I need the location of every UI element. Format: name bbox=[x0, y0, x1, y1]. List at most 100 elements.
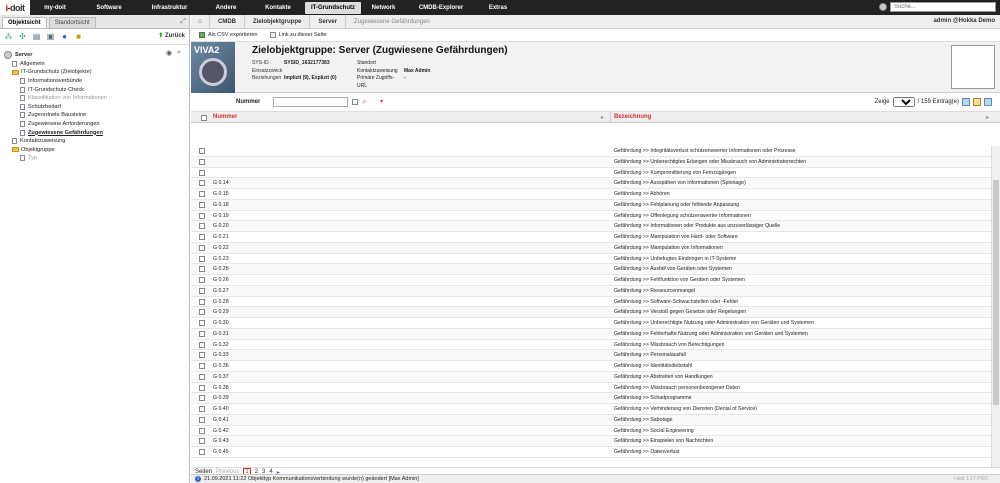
row-checkbox[interactable] bbox=[199, 309, 205, 316]
row-checkbox[interactable] bbox=[199, 148, 205, 154]
table-row[interactable]: G 0.36 Gefährdung >> Identitätsdiebstahl bbox=[191, 361, 991, 372]
table-row[interactable]: G 0.27 Gefährdung >> Ressourcenmangel bbox=[191, 285, 991, 297]
tree-item[interactable]: Zugeordnete Bausteine bbox=[4, 111, 189, 120]
nav-software[interactable]: Software bbox=[80, 2, 138, 14]
row-checkbox[interactable] bbox=[199, 277, 205, 283]
lock-icon[interactable]: ■ bbox=[74, 32, 83, 41]
table-row[interactable]: G 0.30 Gefährdung >> Unberechtigte Nutzun… bbox=[191, 318, 991, 329]
table-row[interactable]: G 0.42 Gefährdung >> Social Engineering bbox=[191, 426, 991, 437]
row-checkbox[interactable] bbox=[199, 373, 205, 380]
qr-code[interactable] bbox=[951, 45, 995, 89]
row-checkbox[interactable] bbox=[199, 191, 205, 197]
filter-dropdown-icon[interactable]: ▾ bbox=[380, 98, 383, 105]
tree-item[interactable]: Server bbox=[4, 51, 189, 60]
table-row[interactable]: Gefährdung >> Unberechtigtes Erlangen od… bbox=[191, 156, 991, 168]
tree-item[interactable]: Kontaktzuweisung bbox=[4, 137, 189, 146]
tab-standortsicht[interactable]: Standortsicht bbox=[48, 17, 96, 28]
row-checkbox[interactable] bbox=[199, 266, 205, 273]
table-row[interactable]: G 0.25 Gefährdung >> Ausfall von Geräten … bbox=[191, 264, 991, 275]
table-row[interactable]: G 0.32 Gefährdung >> Missbrauch von Berec… bbox=[191, 340, 991, 351]
table-row[interactable]: G 0.41 Gefährdung >> Sabotage bbox=[191, 414, 991, 426]
row-checkbox[interactable] bbox=[199, 201, 205, 208]
row-checkbox[interactable] bbox=[199, 384, 205, 391]
nav-network[interactable]: Network bbox=[361, 2, 406, 14]
view-table-icon[interactable] bbox=[973, 98, 981, 106]
table-row[interactable]: G 0.28 Gefährdung >> Software-Schwachstel… bbox=[191, 297, 991, 308]
home-icon[interactable]: ⌂ bbox=[191, 18, 209, 25]
tree-item[interactable]: Zugewiesene Anforderungen bbox=[4, 120, 189, 129]
globe-icon[interactable]: ● bbox=[60, 32, 69, 41]
breadcrumb-item[interactable]: CMDB bbox=[209, 14, 244, 29]
table-row[interactable]: G 0.22 Gefährdung >> Manipulation von Inf… bbox=[191, 242, 991, 254]
row-checkbox[interactable] bbox=[199, 395, 205, 402]
view-list-icon[interactable] bbox=[962, 98, 970, 106]
select-all-checkbox[interactable] bbox=[201, 115, 207, 121]
table-row[interactable]: G 0.38 Gefährdung >> Missbrauch personenb… bbox=[191, 383, 991, 394]
tree-item[interactable]: Allgemein bbox=[4, 60, 189, 69]
tree-item[interactable]: Zugewiesene Gefährdungen bbox=[4, 128, 189, 137]
table-row[interactable]: G 0.23 Gefährdung >> Unbefugtes Eindringe… bbox=[191, 254, 991, 265]
row-checkbox[interactable] bbox=[199, 169, 205, 176]
nav-infrastruktur[interactable]: Infrastruktur bbox=[138, 2, 201, 14]
table-row[interactable]: G 0.37 Gefährdung >> Abstreiten von Handl… bbox=[191, 371, 991, 383]
row-checkbox[interactable] bbox=[199, 287, 205, 294]
table-row[interactable]: G 0.26 Gefährdung >> Fehlfunktion von Ger… bbox=[191, 275, 991, 286]
filter-input[interactable] bbox=[273, 97, 348, 107]
row-checkbox[interactable] bbox=[199, 255, 205, 262]
tree-item[interactable]: IT-Grundschutz (Zielobjekte) bbox=[4, 68, 189, 77]
nav-cmdb-explorer[interactable]: CMDB-Explorer bbox=[406, 2, 476, 14]
tree-structure-icon[interactable]: ⁂ bbox=[4, 32, 13, 41]
row-checkbox[interactable] bbox=[199, 363, 205, 369]
tree-item[interactable]: IT-Grundschutz-Check bbox=[4, 85, 189, 94]
filter-search-icon[interactable]: ⌕ bbox=[362, 97, 366, 107]
logged-in-user[interactable]: admin @Hokka Demo bbox=[933, 18, 995, 24]
table-row[interactable]: G 0.29 Gefährdung >> Verstoß gegen Gesetz… bbox=[191, 307, 991, 318]
breadcrumb-item[interactable]: Zielobjektgruppe bbox=[244, 14, 309, 29]
global-search-input[interactable] bbox=[890, 2, 996, 12]
row-checkbox[interactable] bbox=[199, 212, 205, 219]
column-header-bezeichnung[interactable]: Bezeichnung bbox=[614, 114, 651, 120]
tree-item[interactable]: Objektgruppe bbox=[4, 146, 189, 155]
row-checkbox[interactable] bbox=[199, 330, 205, 337]
table-scrollbar[interactable] bbox=[991, 146, 1000, 467]
sort-icon[interactable]: ▸ bbox=[986, 114, 989, 121]
back-button[interactable]: ⬆ Zurück bbox=[158, 32, 185, 39]
expand-all-icon[interactable]: ✣ bbox=[18, 32, 27, 41]
table-row[interactable]: G 0.19 Gefährdung >> Offenlegung schützen… bbox=[191, 211, 991, 222]
row-checkbox[interactable] bbox=[199, 341, 205, 348]
eye-icon[interactable]: ◉ bbox=[166, 49, 174, 57]
row-checkbox[interactable] bbox=[199, 416, 205, 423]
table-row[interactable]: G 0.31 Gefährdung >> Fehlerhafte Nutzung … bbox=[191, 328, 991, 340]
row-checkbox[interactable] bbox=[199, 406, 205, 412]
table-row[interactable]: G 0.18 Gefährdung >> Fehlplanung oder feh… bbox=[191, 199, 991, 211]
sort-icon[interactable]: ▸ bbox=[601, 114, 604, 121]
table-row[interactable]: G 0.15 Gefährdung >> Abhören bbox=[191, 189, 991, 200]
row-checkbox[interactable] bbox=[199, 244, 205, 251]
tab-objektsicht[interactable]: Objektsicht bbox=[2, 17, 47, 28]
table-row[interactable]: G 0.39 Gefährdung >> Schadprogramme bbox=[191, 393, 991, 404]
expand-panel-icon[interactable]: ⤢ bbox=[180, 18, 186, 26]
row-checkbox[interactable] bbox=[199, 427, 205, 434]
nav-kontakte[interactable]: Kontakte bbox=[251, 2, 305, 14]
nav-andere[interactable]: Andere bbox=[201, 2, 251, 14]
row-checkbox[interactable] bbox=[199, 320, 205, 326]
row-checkbox[interactable] bbox=[199, 449, 205, 455]
breadcrumb-item[interactable]: Zugewiesene Gefährdungen bbox=[345, 14, 438, 29]
table-row[interactable]: Gefährdung >> Kompromittierung von Fernz… bbox=[191, 168, 991, 179]
table-row[interactable]: G 0.14 Gefährdung >> Ausspähen von Inform… bbox=[191, 178, 991, 189]
monitor-icon[interactable]: ▣ bbox=[46, 32, 55, 41]
row-checkbox[interactable] bbox=[199, 438, 205, 445]
list-icon[interactable]: ▤ bbox=[32, 32, 41, 41]
filter-checkbox[interactable] bbox=[352, 99, 358, 105]
settings-gear-icon[interactable] bbox=[879, 3, 887, 11]
row-checkbox[interactable] bbox=[199, 298, 205, 305]
per-page-select[interactable]: 50 bbox=[892, 97, 915, 107]
row-checkbox[interactable] bbox=[199, 352, 205, 359]
tree-item[interactable]: Schutzbedarf bbox=[4, 103, 189, 112]
table-row[interactable]: Gefährdung >> Integritätsverlust schütze… bbox=[191, 146, 991, 157]
view-details-icon[interactable] bbox=[984, 98, 992, 106]
table-row[interactable]: G 0.21 Gefährdung >> Manipulation von Har… bbox=[191, 232, 991, 243]
magnifier-icon[interactable]: ⌕ bbox=[177, 49, 185, 57]
table-row[interactable]: G 0.43 Gefährdung >> Einspielen von Nachr… bbox=[191, 436, 991, 447]
tree-item[interactable]: Typ bbox=[4, 154, 189, 163]
